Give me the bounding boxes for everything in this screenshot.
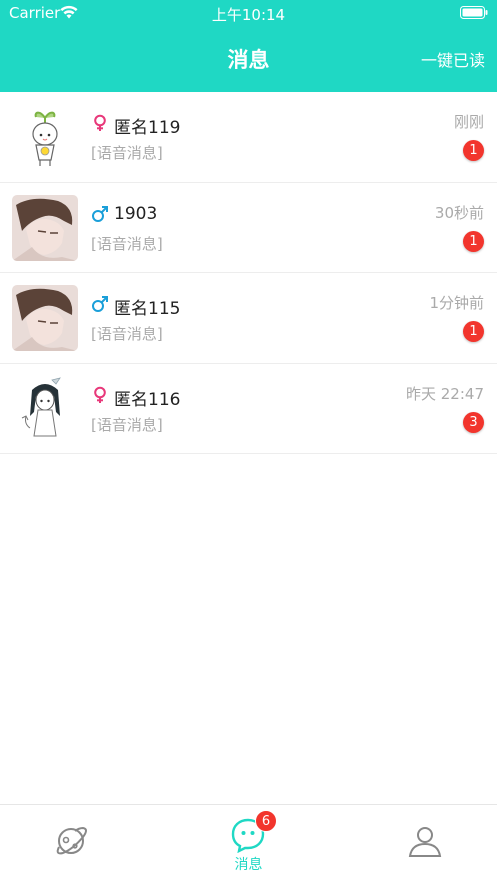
tab-messages-label: 消息 xyxy=(234,857,263,873)
unread-badge: 3 xyxy=(463,411,484,433)
message-time: 昨天 22:47 xyxy=(406,384,484,403)
conversation-row[interactable]: 匿名119 [语音消息] 刚刚 1 xyxy=(0,92,497,183)
conversation-row[interactable]: 匿名116 [语音消息] 昨天 22:47 3 xyxy=(0,364,497,454)
header-bar: Carrier 上午10:14 消息 一键已读 xyxy=(0,0,497,92)
message-time: 1分钟前 xyxy=(429,294,484,312)
message-preview: [语音消息] xyxy=(91,325,163,343)
message-preview: [语音消息] xyxy=(91,415,163,434)
message-time: 刚刚 xyxy=(453,113,484,131)
anime-girl-sketch-avatar-icon xyxy=(12,375,78,442)
unread-badge: 1 xyxy=(463,140,484,161)
messages-badge: 6 xyxy=(255,810,277,832)
tab-discover[interactable] xyxy=(0,805,165,883)
clock-label: 上午10:14 xyxy=(211,6,286,24)
status-bar: Carrier 上午10:14 xyxy=(0,0,497,26)
male-symbol-icon xyxy=(92,205,108,222)
tab-profile[interactable] xyxy=(332,805,497,883)
anime-boy-avatar-icon xyxy=(12,285,78,351)
contact-name: 匿名116 xyxy=(114,389,181,410)
tab-bar: 6 消息 xyxy=(0,804,497,883)
person-icon xyxy=(408,827,442,857)
conversation-row[interactable]: 匿名115 [语音消息] 1分钟前 1 xyxy=(0,273,497,364)
planet-icon xyxy=(56,826,87,855)
tab-messages[interactable]: 6 消息 xyxy=(166,805,331,883)
female-symbol-icon xyxy=(94,114,106,131)
contact-name: 匿名119 xyxy=(114,118,181,138)
anime-boy-avatar-icon xyxy=(12,194,78,261)
avatar[interactable] xyxy=(12,104,78,170)
message-preview: [语音消息] xyxy=(91,234,163,253)
message-time: 30秒前 xyxy=(434,203,484,222)
message-preview: [语音消息] xyxy=(91,144,163,162)
avatar[interactable] xyxy=(12,375,78,442)
unread-badge: 1 xyxy=(463,230,484,252)
conversation-list: 匿名119 [语音消息] 刚刚 1 1903 [语音消息] 30秒前 1 匿名1… xyxy=(0,92,497,454)
male-symbol-icon xyxy=(92,296,108,312)
avatar[interactable] xyxy=(12,285,78,351)
contact-name: 匿名115 xyxy=(114,299,181,319)
unread-badge: 1 xyxy=(463,321,484,342)
female-symbol-icon xyxy=(94,386,106,403)
mark-all-read-button[interactable]: 一键已读 xyxy=(421,47,485,71)
conversation-row[interactable]: 1903 [语音消息] 30秒前 1 xyxy=(0,183,497,273)
avatar[interactable] xyxy=(12,194,78,261)
contact-name: 1903 xyxy=(114,203,158,224)
battery-icon xyxy=(460,6,488,19)
cartoon-girl-sprout-avatar-icon xyxy=(12,104,78,170)
